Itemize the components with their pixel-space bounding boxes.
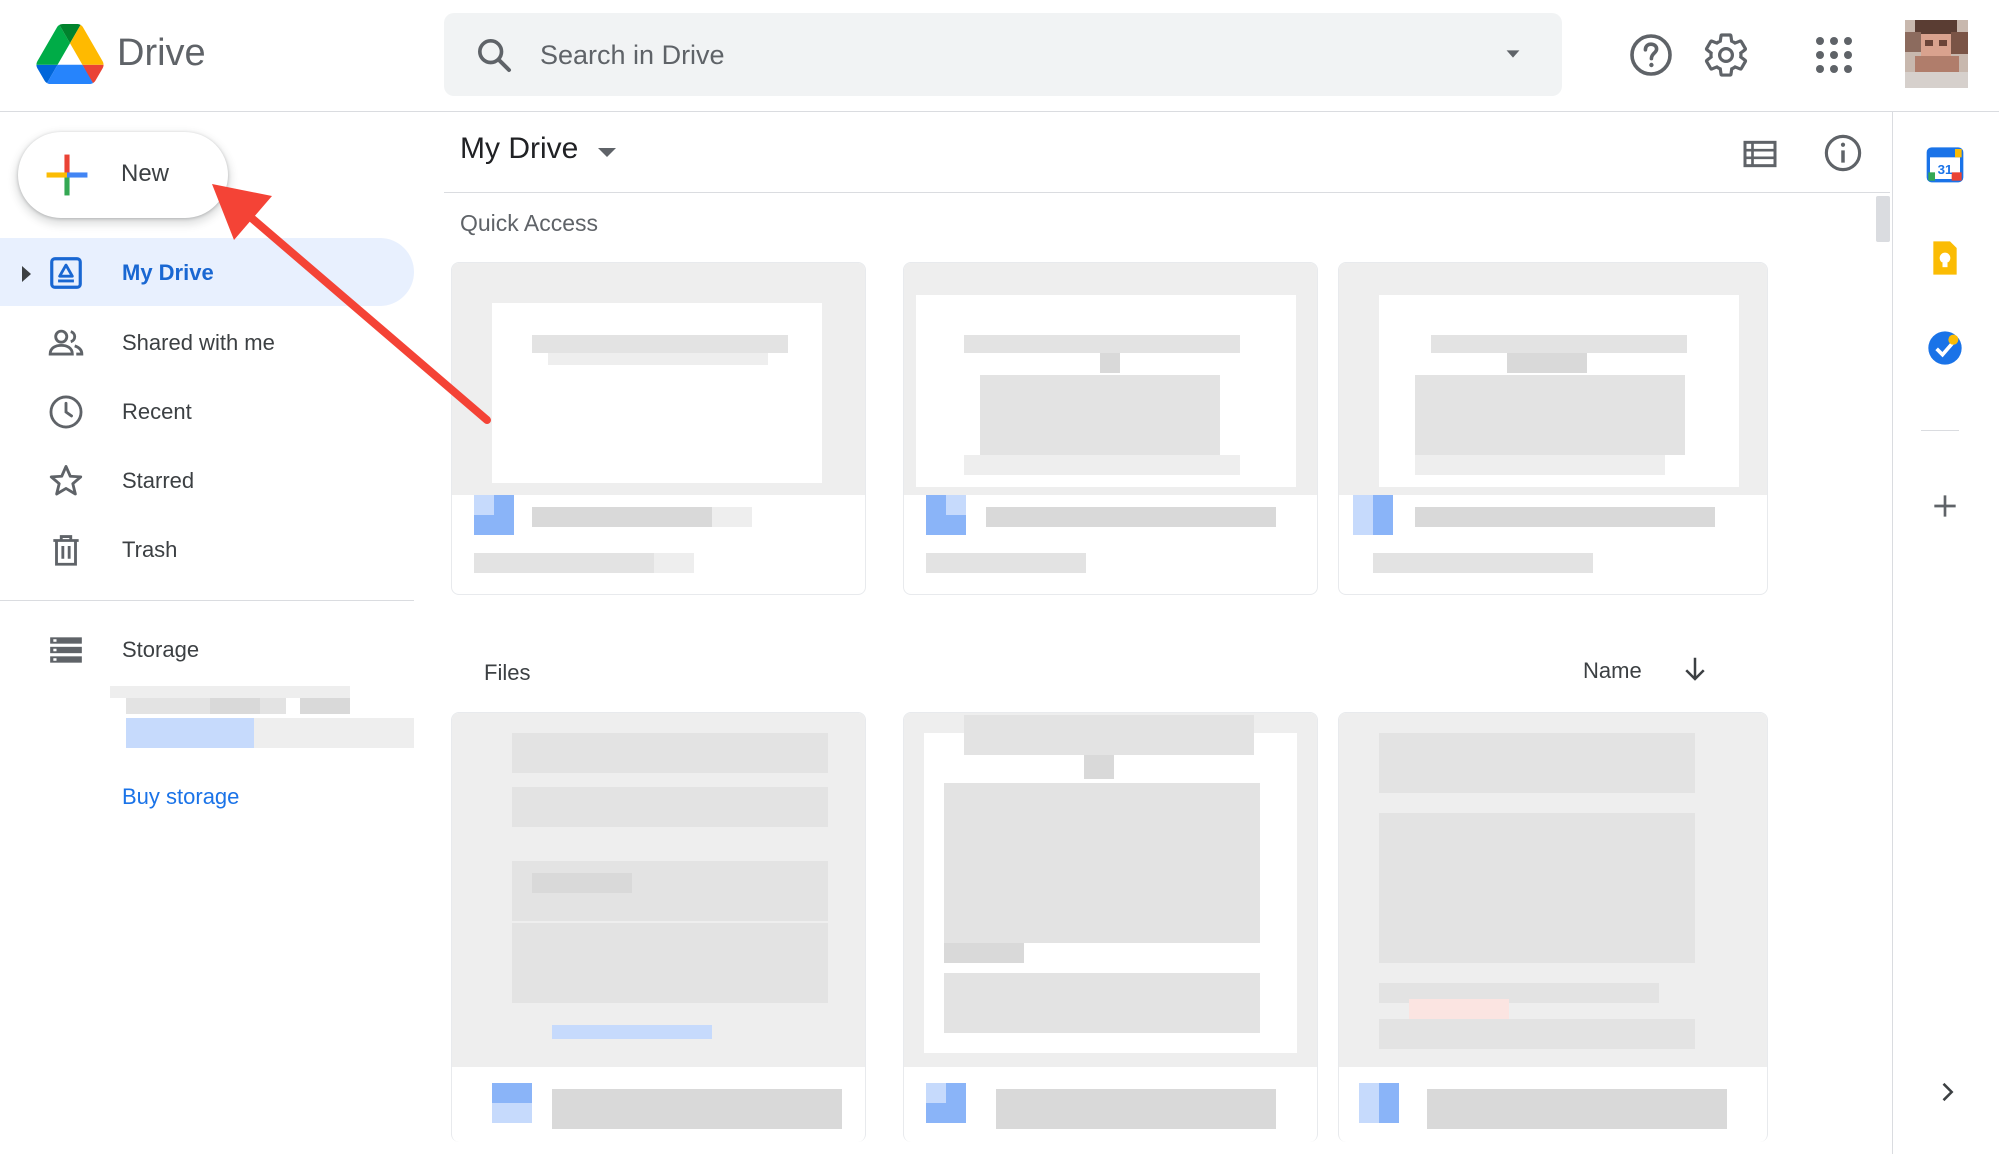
page-title[interactable]: My Drive bbox=[460, 132, 578, 166]
app-name: Drive bbox=[117, 32, 206, 74]
sidebar-item-label: My Drive bbox=[122, 260, 214, 285]
quick-access-card[interactable] bbox=[1338, 262, 1768, 595]
quick-access-card[interactable] bbox=[903, 262, 1318, 595]
search-icon[interactable] bbox=[474, 35, 514, 75]
search-input[interactable] bbox=[540, 33, 1440, 77]
sidebar-item-label: Recent bbox=[122, 399, 192, 424]
search-bar[interactable] bbox=[444, 13, 1562, 96]
my-drive-icon bbox=[50, 257, 82, 289]
file-card[interactable] bbox=[903, 712, 1318, 1142]
add-addon-plus-icon[interactable] bbox=[1929, 490, 1961, 522]
main-divider bbox=[444, 192, 1890, 193]
sidebar-item-label: Starred bbox=[122, 468, 195, 493]
plus-icon bbox=[46, 154, 88, 196]
info-icon[interactable] bbox=[1822, 132, 1864, 174]
list-view-icon[interactable] bbox=[1740, 134, 1780, 174]
storage-label: Storage bbox=[122, 637, 200, 662]
new-button-label: New bbox=[121, 160, 170, 187]
storage-icon bbox=[50, 637, 82, 663]
drive-logo-icon[interactable] bbox=[36, 24, 104, 84]
side-panel: 31 bbox=[1892, 112, 1999, 1154]
search-options-dropdown-icon[interactable] bbox=[1502, 43, 1524, 65]
top-bar: Drive bbox=[0, 0, 1999, 112]
sidebar-item-storage[interactable]: Storage bbox=[0, 615, 414, 683]
sidebar-item-shared-with-me[interactable]: Shared with me bbox=[0, 308, 414, 376]
svg-text:31: 31 bbox=[1938, 162, 1953, 177]
title-dropdown-icon[interactable] bbox=[598, 148, 616, 157]
file-card[interactable] bbox=[451, 712, 866, 1142]
sidebar-item-label: Trash bbox=[122, 537, 178, 562]
keep-icon[interactable] bbox=[1925, 238, 1965, 278]
quick-access-heading: Quick Access bbox=[460, 210, 599, 236]
scrollbar-thumb[interactable] bbox=[1876, 196, 1890, 242]
sidebar-item-my-drive[interactable]: My Drive bbox=[0, 238, 414, 306]
sidebar-item-starred[interactable]: Starred bbox=[0, 446, 414, 514]
help-icon[interactable] bbox=[1627, 31, 1675, 79]
google-apps-grid-icon[interactable] bbox=[1810, 31, 1858, 79]
sidebar-item-recent[interactable]: Recent bbox=[0, 377, 414, 445]
new-button[interactable]: New bbox=[18, 132, 228, 218]
chevron-right-icon[interactable] bbox=[1933, 1078, 1961, 1106]
star-icon bbox=[49, 465, 83, 496]
quick-access-card[interactable] bbox=[451, 262, 866, 595]
side-panel-divider bbox=[1921, 430, 1959, 431]
expand-caret-icon[interactable] bbox=[22, 266, 31, 282]
clock-icon bbox=[49, 395, 83, 429]
buy-storage-link[interactable]: Buy storage bbox=[122, 784, 239, 810]
sort-by-label[interactable]: Name bbox=[1583, 658, 1642, 684]
files-heading: Files bbox=[484, 660, 531, 685]
settings-gear-icon[interactable] bbox=[1702, 31, 1750, 79]
storage-usage-blurred bbox=[110, 686, 416, 756]
sidebar-divider bbox=[0, 600, 414, 601]
tasks-icon[interactable] bbox=[1925, 328, 1965, 368]
avatar[interactable] bbox=[1905, 20, 1968, 88]
calendar-icon[interactable]: 31 bbox=[1925, 144, 1965, 184]
sidebar-item-trash[interactable]: Trash bbox=[0, 515, 414, 583]
sort-direction-arrow-icon[interactable] bbox=[1680, 654, 1710, 684]
sidebar-item-label: Shared with me bbox=[122, 330, 275, 355]
file-card[interactable] bbox=[1338, 712, 1768, 1142]
people-icon bbox=[48, 329, 84, 356]
trash-icon bbox=[53, 535, 79, 566]
